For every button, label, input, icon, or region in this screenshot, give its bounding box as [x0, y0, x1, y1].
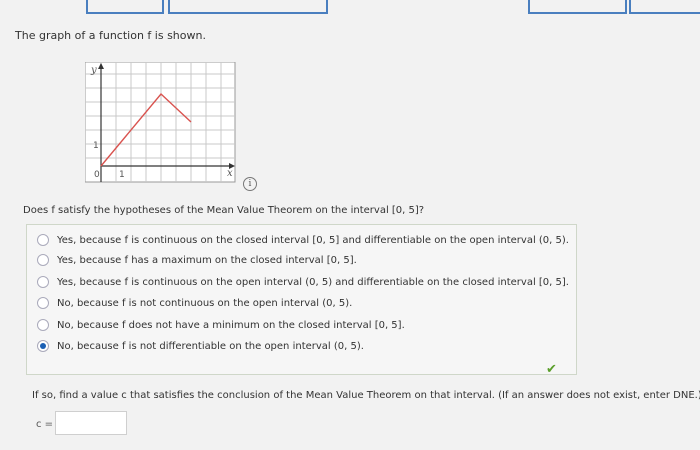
mvt-question: Does f satisfy the hypotheses of the Mea… [23, 205, 425, 216]
option-2[interactable]: Yes, because f has a maximum on the clos… [37, 254, 357, 266]
option-1-label: Yes, because f is continuous on the clos… [57, 234, 569, 246]
radio-option-4[interactable] [37, 297, 49, 309]
radio-option-1[interactable] [37, 234, 49, 246]
option-2-label: Yes, because f has a maximum on the clos… [57, 254, 357, 266]
option-3-label: Yes, because f is continuous on the open… [57, 276, 569, 288]
option-5-label: No, because f does not have a minimum on… [57, 319, 405, 331]
option-4-label: No, because f is not continuous on the o… [57, 297, 353, 309]
tick-origin: 0 [94, 170, 100, 180]
option-6-label: No, because f is not differentiable on t… [57, 340, 364, 352]
radio-option-3[interactable] [37, 276, 49, 288]
top-box-3 [528, 0, 627, 14]
y-axis-label: y [90, 65, 97, 76]
top-box-1 [86, 0, 164, 14]
option-6[interactable]: No, because f is not differentiable on t… [37, 340, 364, 352]
x-axis-label: x [227, 168, 233, 179]
radio-option-2[interactable] [37, 254, 49, 266]
graph-background [85, 62, 236, 183]
option-4[interactable]: No, because f is not continuous on the o… [37, 297, 352, 309]
info-icon[interactable]: i [243, 177, 257, 191]
question-title: The graph of a function f is shown. [15, 29, 206, 42]
check-icon: ✔ [546, 362, 557, 377]
answer-c-input[interactable] [55, 411, 127, 435]
top-box-4 [629, 0, 700, 14]
options-box: Yes, because f is continuous on the clos… [26, 224, 577, 375]
radio-option-6[interactable] [37, 340, 49, 352]
radio-option-5[interactable] [37, 319, 49, 331]
top-box-2 [168, 0, 328, 14]
followup-question: If so, find a value c that satisfies the… [32, 390, 700, 401]
top-strip [0, 0, 700, 26]
answer-label: c = [36, 419, 54, 430]
function-graph: y x 0 1 1 [85, 62, 236, 183]
tick-x-1: 1 [119, 170, 125, 180]
option-5[interactable]: No, because f does not have a minimum on… [37, 319, 405, 331]
option-3[interactable]: Yes, because f is continuous on the open… [37, 276, 569, 288]
option-1[interactable]: Yes, because f is continuous on the clos… [37, 234, 569, 246]
tick-y-1: 1 [93, 141, 99, 151]
